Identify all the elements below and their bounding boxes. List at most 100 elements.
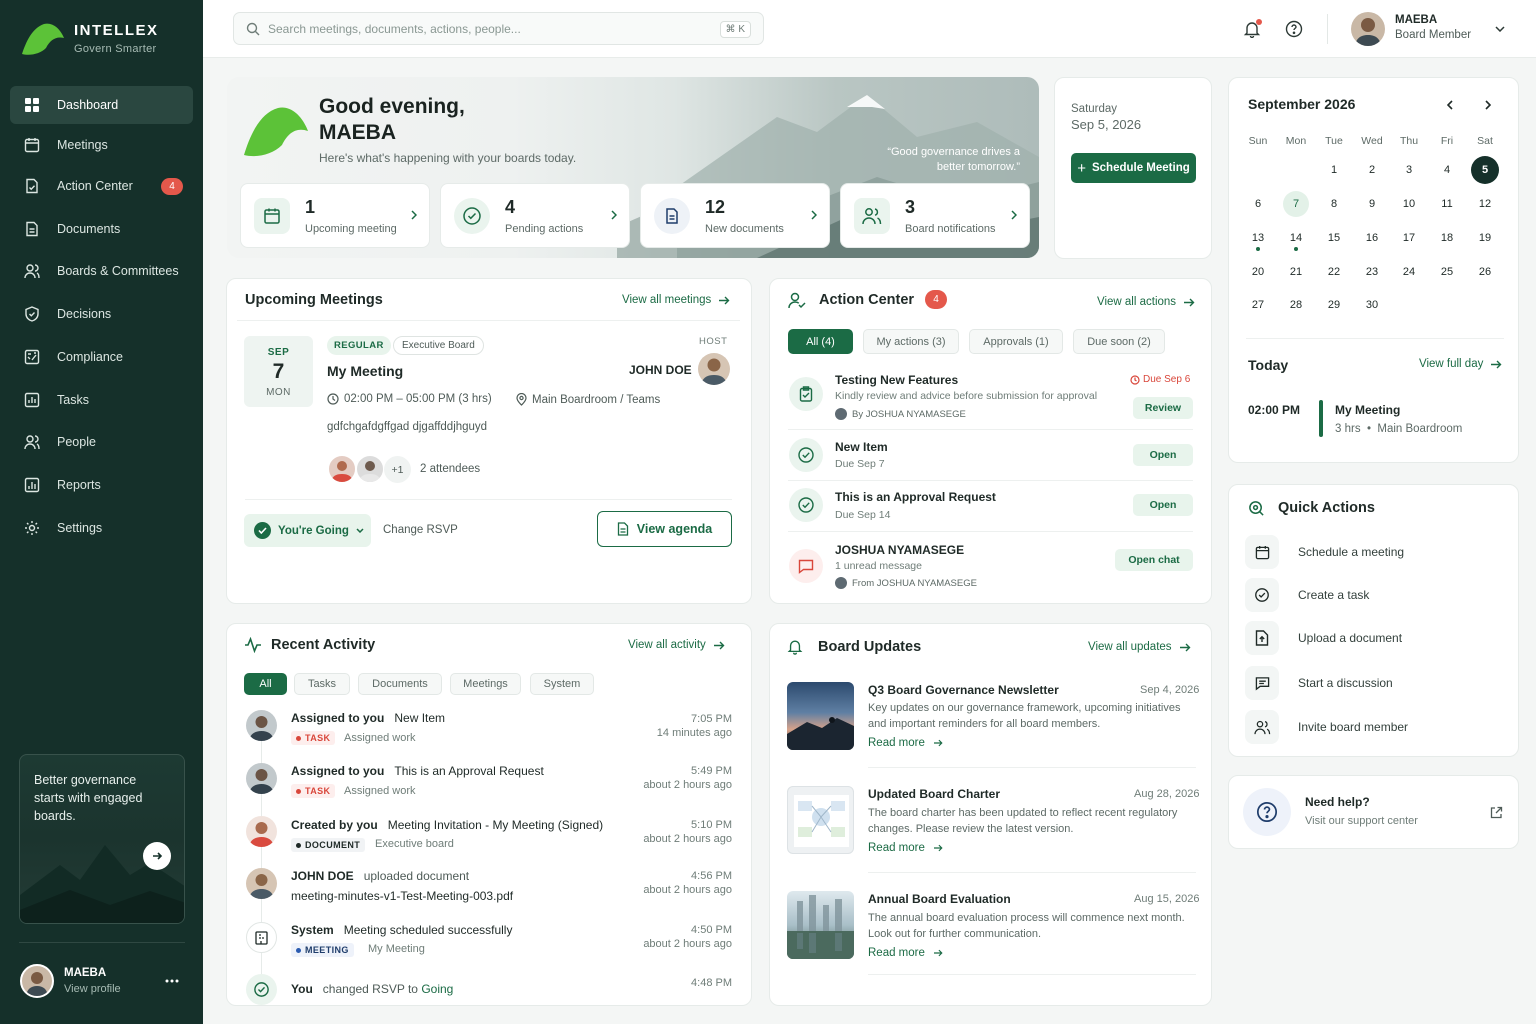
sidebar-item-compliance[interactable]: Compliance [10, 338, 193, 376]
tab-activity-system[interactable]: System [530, 673, 594, 695]
read-more-link[interactable]: Read more [868, 947, 943, 959]
read-more-link[interactable]: Read more [868, 737, 943, 749]
calendar-day[interactable]: 3 [1396, 157, 1422, 183]
review-button[interactable]: Review [1133, 397, 1193, 419]
sidebar-item-meetings[interactable]: Meetings [10, 126, 193, 164]
calendar-day[interactable]: 11 [1434, 191, 1460, 217]
stat-pending-actions[interactable]: 4 Pending actions [440, 183, 630, 248]
tab-my-actions[interactable]: My actions (3) [863, 329, 959, 354]
chevron-right-icon[interactable] [1480, 97, 1496, 113]
action-item-title[interactable]: This is an Approval Request [835, 490, 996, 504]
action-item-title[interactable]: Testing New Features [835, 373, 958, 387]
evaluation-thumbnail[interactable] [787, 891, 854, 959]
view-all-updates-link[interactable]: View all updates [1088, 641, 1191, 653]
action-item-title[interactable]: JOSHUA NYAMASEGE [835, 543, 964, 557]
chevron-left-icon[interactable] [1442, 97, 1458, 113]
calendar-day[interactable]: 24 [1396, 259, 1422, 285]
sidebar-item-people[interactable]: People [10, 423, 193, 461]
activity-text[interactable]: This is an Approval Request [394, 764, 543, 778]
schedule-meeting-button[interactable]: + Schedule Meeting [1071, 153, 1196, 183]
calendar-day[interactable]: 26 [1472, 259, 1498, 285]
tab-due-soon[interactable]: Due soon (2) [1073, 329, 1165, 354]
view-agenda-button[interactable]: View agenda [597, 511, 732, 547]
sidebar-item-tasks[interactable]: Tasks [10, 381, 193, 419]
calendar-day[interactable]: 29 [1321, 292, 1347, 318]
calendar-day[interactable]: 2 [1359, 157, 1385, 183]
rsvp-going-dropdown[interactable]: You're Going [244, 514, 371, 547]
calendar-day[interactable]: 4 [1434, 157, 1460, 183]
calendar-day[interactable]: 28 [1283, 292, 1309, 318]
tab-all-actions[interactable]: All (4) [788, 329, 853, 354]
calendar-day[interactable]: 5 [1471, 156, 1499, 184]
calendar-day[interactable]: 19 [1472, 225, 1498, 251]
calendar-day[interactable]: 12 [1472, 191, 1498, 217]
quick-action-start-discussion[interactable]: Start a discussion [1245, 666, 1515, 700]
change-rsvp-link[interactable]: Change RSVP [383, 524, 458, 536]
view-full-day-link[interactable]: View full day [1419, 358, 1502, 370]
quick-action-create-task[interactable]: Create a task [1245, 578, 1515, 612]
calendar-day[interactable]: 18 [1434, 225, 1460, 251]
activity-text[interactable]: Meeting Invitation - My Meeting (Signed) [388, 818, 603, 832]
quick-action-invite-member[interactable]: Invite board member [1245, 710, 1515, 744]
chevron-down-icon[interactable] [1493, 23, 1507, 35]
bell-icon[interactable] [1242, 19, 1262, 39]
activity-file-link[interactable]: meeting-minutes-v1-Test-Meeting-003.pdf [291, 889, 513, 903]
stat-board-notifications[interactable]: 3 Board notifications [840, 183, 1030, 248]
sidebar-item-settings[interactable]: Settings [10, 509, 193, 547]
view-profile-link[interactable]: View profile [64, 983, 121, 995]
calendar-day[interactable]: 1 [1321, 157, 1347, 183]
sidebar-item-documents[interactable]: Documents [10, 210, 193, 248]
calendar-day[interactable]: 17 [1396, 225, 1422, 251]
tab-activity-tasks[interactable]: Tasks [294, 673, 350, 695]
calendar-day[interactable]: 8 [1321, 191, 1347, 217]
update-title[interactable]: Q3 Board Governance Newsletter [868, 683, 1059, 697]
quick-action-schedule-meeting[interactable]: Schedule a meeting [1245, 535, 1515, 569]
read-more-link[interactable]: Read more [868, 842, 943, 854]
action-item-title[interactable]: New Item [835, 440, 888, 454]
activity-text[interactable]: Meeting scheduled successfully [344, 923, 513, 937]
calendar-day[interactable]: 25 [1434, 259, 1460, 285]
calendar-day[interactable]: 16 [1359, 225, 1385, 251]
open-button[interactable]: Open [1133, 444, 1193, 466]
today-event-title[interactable]: My Meeting [1335, 403, 1400, 417]
sidebar-item-dashboard[interactable]: Dashboard [10, 86, 193, 124]
view-all-actions-link[interactable]: View all actions [1097, 296, 1195, 308]
search-input[interactable]: Search meetings, documents, actions, peo… [233, 12, 764, 45]
tab-activity-documents[interactable]: Documents [358, 673, 442, 695]
tab-activity-all[interactable]: All [244, 673, 287, 695]
meeting-name[interactable]: My Meeting [327, 363, 403, 379]
calendar-day[interactable]: 27 [1245, 292, 1271, 318]
activity-text[interactable]: New Item [394, 711, 445, 725]
calendar-day[interactable]: 22 [1321, 259, 1347, 285]
sidebar-item-reports[interactable]: Reports [10, 466, 193, 504]
calendar-day[interactable]: 9 [1359, 191, 1385, 217]
calendar-day[interactable]: 20 [1245, 259, 1271, 285]
calendar-day[interactable]: 6 [1245, 191, 1271, 217]
avatar[interactable] [20, 964, 54, 998]
calendar-day[interactable]: 15 [1321, 225, 1347, 251]
view-all-activity-link[interactable]: View all activity [628, 639, 725, 651]
open-chat-button[interactable]: Open chat [1115, 549, 1193, 571]
quick-action-upload-document[interactable]: Upload a document [1245, 621, 1515, 655]
open-button[interactable]: Open [1133, 494, 1193, 516]
sidebar-item-boards-committees[interactable]: Boards & Committees [10, 252, 193, 290]
sidebar-item-action-center[interactable]: Action Center 4 [10, 167, 193, 205]
avatar[interactable] [1351, 12, 1385, 46]
newsletter-thumbnail[interactable] [787, 682, 854, 750]
calendar-day[interactable]: 21 [1283, 259, 1309, 285]
calendar-day[interactable]: 23 [1359, 259, 1385, 285]
more-icon[interactable] [163, 976, 181, 986]
tab-approvals[interactable]: Approvals (1) [969, 329, 1063, 354]
help-icon[interactable] [1284, 19, 1304, 39]
external-link-icon[interactable] [1488, 804, 1504, 820]
update-title[interactable]: Updated Board Charter [868, 787, 1000, 801]
top-user-name[interactable]: MAEBA [1395, 14, 1437, 26]
brand-logo[interactable] [20, 20, 66, 59]
sidebar-item-decisions[interactable]: Decisions [10, 295, 193, 333]
charter-thumbnail[interactable] [787, 786, 854, 854]
calendar-day[interactable]: 7 [1283, 191, 1309, 217]
calendar-day[interactable]: 10 [1396, 191, 1422, 217]
stat-upcoming-meeting[interactable]: 1 Upcoming meeting [240, 183, 430, 248]
stat-new-documents[interactable]: 12 New documents [640, 183, 830, 248]
promo-arrow-button[interactable] [143, 842, 171, 870]
